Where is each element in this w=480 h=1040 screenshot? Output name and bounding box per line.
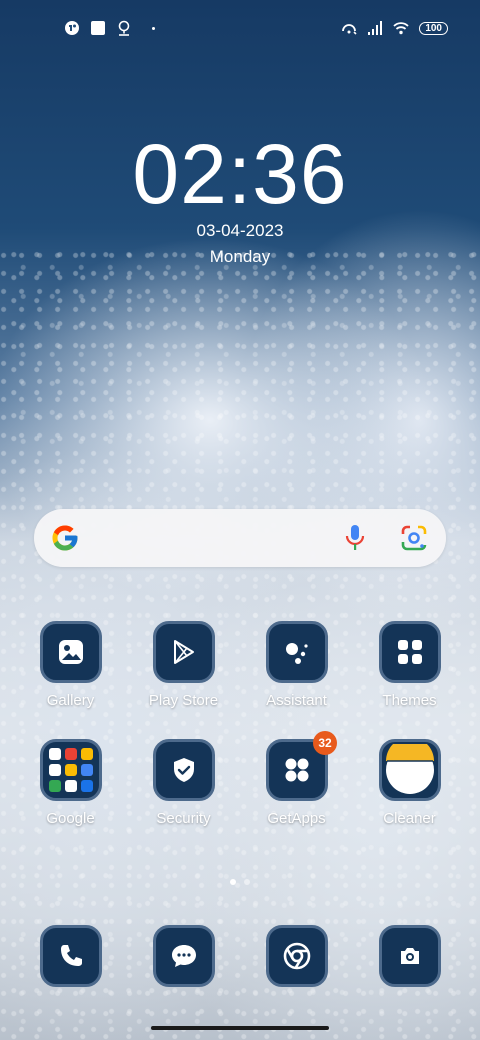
phone-icon	[60, 945, 82, 966]
home-indicator-bar[interactable]	[151, 1026, 329, 1030]
assistant-icon	[285, 643, 308, 664]
google-g-icon	[52, 525, 78, 551]
square-notification-icon	[91, 21, 105, 35]
app-label: Security	[156, 810, 211, 827]
app-label: Play Store	[148, 692, 219, 709]
app-label: Google	[46, 810, 95, 827]
wifi-icon	[393, 22, 409, 35]
clock-date[interactable]: 03-04-2023	[0, 220, 480, 242]
chrome-icon	[283, 942, 310, 970]
app-cleaner[interactable]: Cleaner	[353, 739, 466, 829]
gallery-icon	[58, 640, 83, 664]
status-right: 100	[341, 20, 448, 36]
signal-icon	[368, 21, 383, 35]
dock-messages[interactable]	[127, 925, 240, 987]
app-label: GetApps	[267, 810, 326, 827]
app-tile[interactable]	[378, 925, 441, 987]
folder-icon	[48, 748, 93, 792]
page-dot[interactable]	[244, 879, 250, 885]
app-security[interactable]: Security	[127, 739, 240, 829]
status-bar: 100	[0, 0, 480, 56]
camera-icon	[400, 948, 419, 964]
app-tile[interactable]	[39, 739, 102, 801]
dock-chrome[interactable]	[240, 925, 353, 987]
cleaner-icon	[385, 744, 434, 794]
microphone-icon[interactable]	[344, 524, 366, 552]
hotspot-icon	[342, 24, 357, 35]
location-pin-icon	[118, 20, 130, 36]
app-label: Cleaner	[383, 810, 436, 827]
app-label: Gallery	[46, 692, 95, 709]
play-store-icon	[173, 640, 194, 664]
themes-icon	[397, 640, 422, 664]
app-tile[interactable]	[265, 621, 328, 683]
getapps-icon	[285, 758, 308, 782]
app-tile[interactable]	[152, 925, 215, 987]
google-lens-icon[interactable]	[400, 524, 428, 552]
app-assistant[interactable]: Assistant	[240, 621, 353, 711]
app-play-store[interactable]: Play Store	[127, 621, 240, 711]
google-search-bar[interactable]	[34, 509, 446, 567]
clock-day: Monday	[209, 247, 271, 266]
app-label: Assistant	[266, 692, 327, 709]
dock	[14, 925, 466, 987]
dock-camera[interactable]	[353, 925, 466, 987]
app-tile[interactable]	[152, 621, 215, 683]
page-dot-active[interactable]	[230, 879, 236, 885]
clock-time[interactable]: 02:36	[0, 128, 480, 220]
app-label: Themes	[382, 692, 437, 709]
app-getapps[interactable]: 32 GetApps	[240, 731, 353, 829]
dock-phone[interactable]	[14, 925, 127, 987]
app-themes[interactable]: Themes	[353, 621, 466, 711]
app-notification-icon	[65, 21, 79, 35]
app-tile[interactable]	[39, 925, 102, 987]
app-tile[interactable]	[152, 739, 215, 801]
app-tile[interactable]	[265, 925, 328, 987]
app-tile[interactable]	[39, 621, 102, 683]
app-tile[interactable]	[378, 739, 441, 801]
messages-icon	[171, 945, 196, 967]
battery-indicator: 100	[419, 21, 448, 35]
app-gallery[interactable]: Gallery	[14, 621, 127, 711]
app-folder-google[interactable]: Google	[14, 739, 127, 829]
shield-check-icon	[173, 758, 194, 782]
app-tile[interactable]	[378, 621, 441, 683]
notification-badge: 32	[313, 731, 337, 755]
page-indicator	[0, 879, 480, 885]
status-left	[64, 20, 155, 36]
app-grid: Gallery Play Store Assistant Themes Goog…	[14, 621, 466, 829]
notification-dot	[152, 26, 155, 30]
